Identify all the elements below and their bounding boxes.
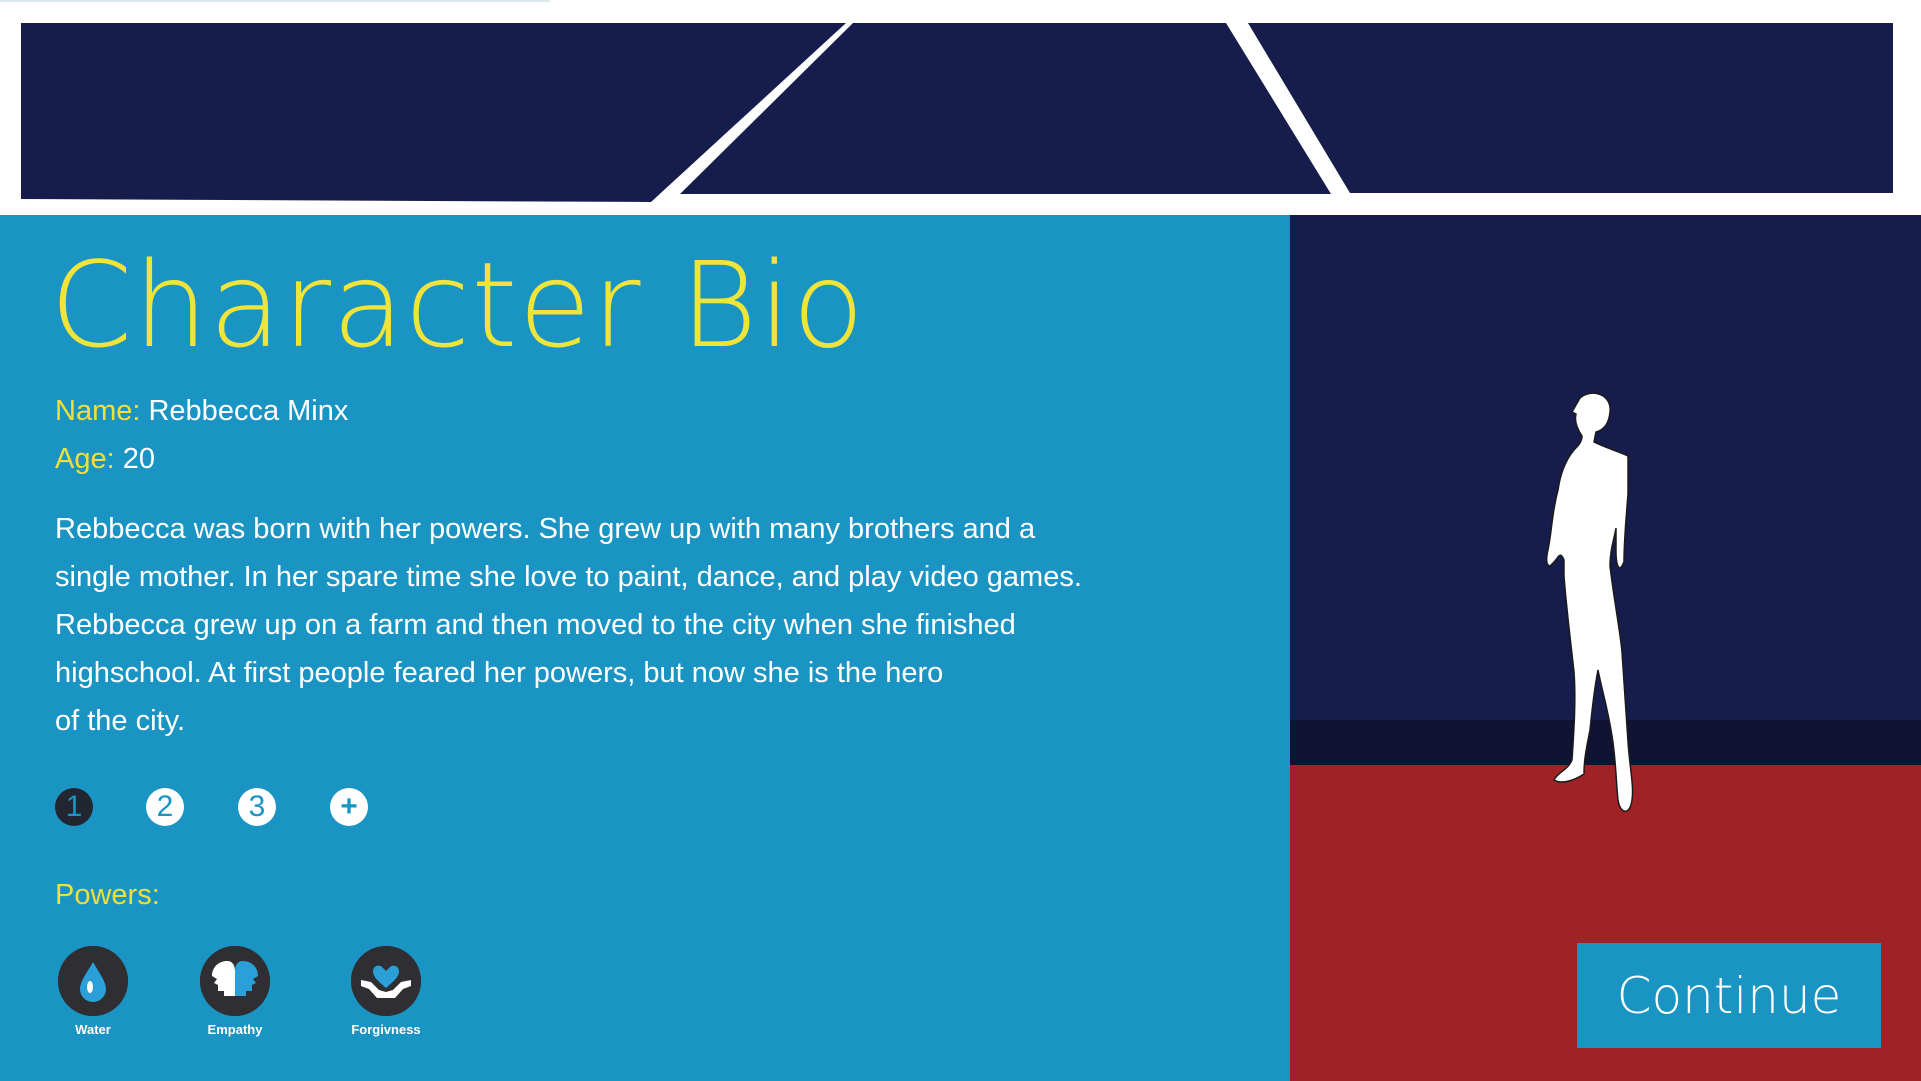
power-water-label: Water xyxy=(75,1022,111,1037)
powers-label: Powers: xyxy=(55,879,160,911)
power-empathy[interactable]: Empathy xyxy=(180,946,290,1037)
page-title: Character Bio xyxy=(50,236,866,374)
continue-button[interactable]: Continue xyxy=(1577,943,1881,1048)
heart-in-hands-icon xyxy=(351,946,421,1016)
age-row: Age: 20 xyxy=(55,439,155,479)
power-forgiveness[interactable]: Forgivness xyxy=(331,946,441,1037)
page-2-button[interactable]: 2 xyxy=(146,788,184,826)
progress-line xyxy=(0,0,550,2)
add-page-button[interactable]: + xyxy=(330,788,368,826)
power-empathy-label: Empathy xyxy=(207,1022,263,1037)
name-label: Name: xyxy=(55,395,141,427)
name-value: Rebbecca Minx xyxy=(148,395,349,427)
bio-line: Rebbecca grew up on a farm and then move… xyxy=(55,609,1016,641)
bio-line: of the city. xyxy=(55,705,186,737)
power-forgiveness-label: Forgivness xyxy=(351,1022,421,1037)
bio-panel: Character Bio Name: Rebbecca Minx Age: 2… xyxy=(0,215,1290,1081)
power-water[interactable]: Water xyxy=(38,946,148,1037)
bio-line: Rebbecca was born with her powers. She g… xyxy=(55,513,1036,545)
age-value: 20 xyxy=(122,443,155,475)
bio-text: Rebbecca was born with her powers. She g… xyxy=(55,505,1135,745)
bio-line: highschool. At first people feared her p… xyxy=(55,657,944,689)
name-row: Name: Rebbecca Minx xyxy=(55,391,348,431)
bio-line: single mother. In her spare time she lov… xyxy=(55,561,1082,593)
top-banner xyxy=(0,0,1921,215)
age-label: Age: xyxy=(55,443,115,475)
banner-shard-right xyxy=(1248,23,1893,193)
two-heads-icon xyxy=(200,946,270,1016)
page-3-button[interactable]: 3 xyxy=(238,788,276,826)
page-1-button[interactable]: 1 xyxy=(55,788,93,826)
water-drop-icon xyxy=(58,946,128,1016)
character-figure xyxy=(1545,392,1634,812)
